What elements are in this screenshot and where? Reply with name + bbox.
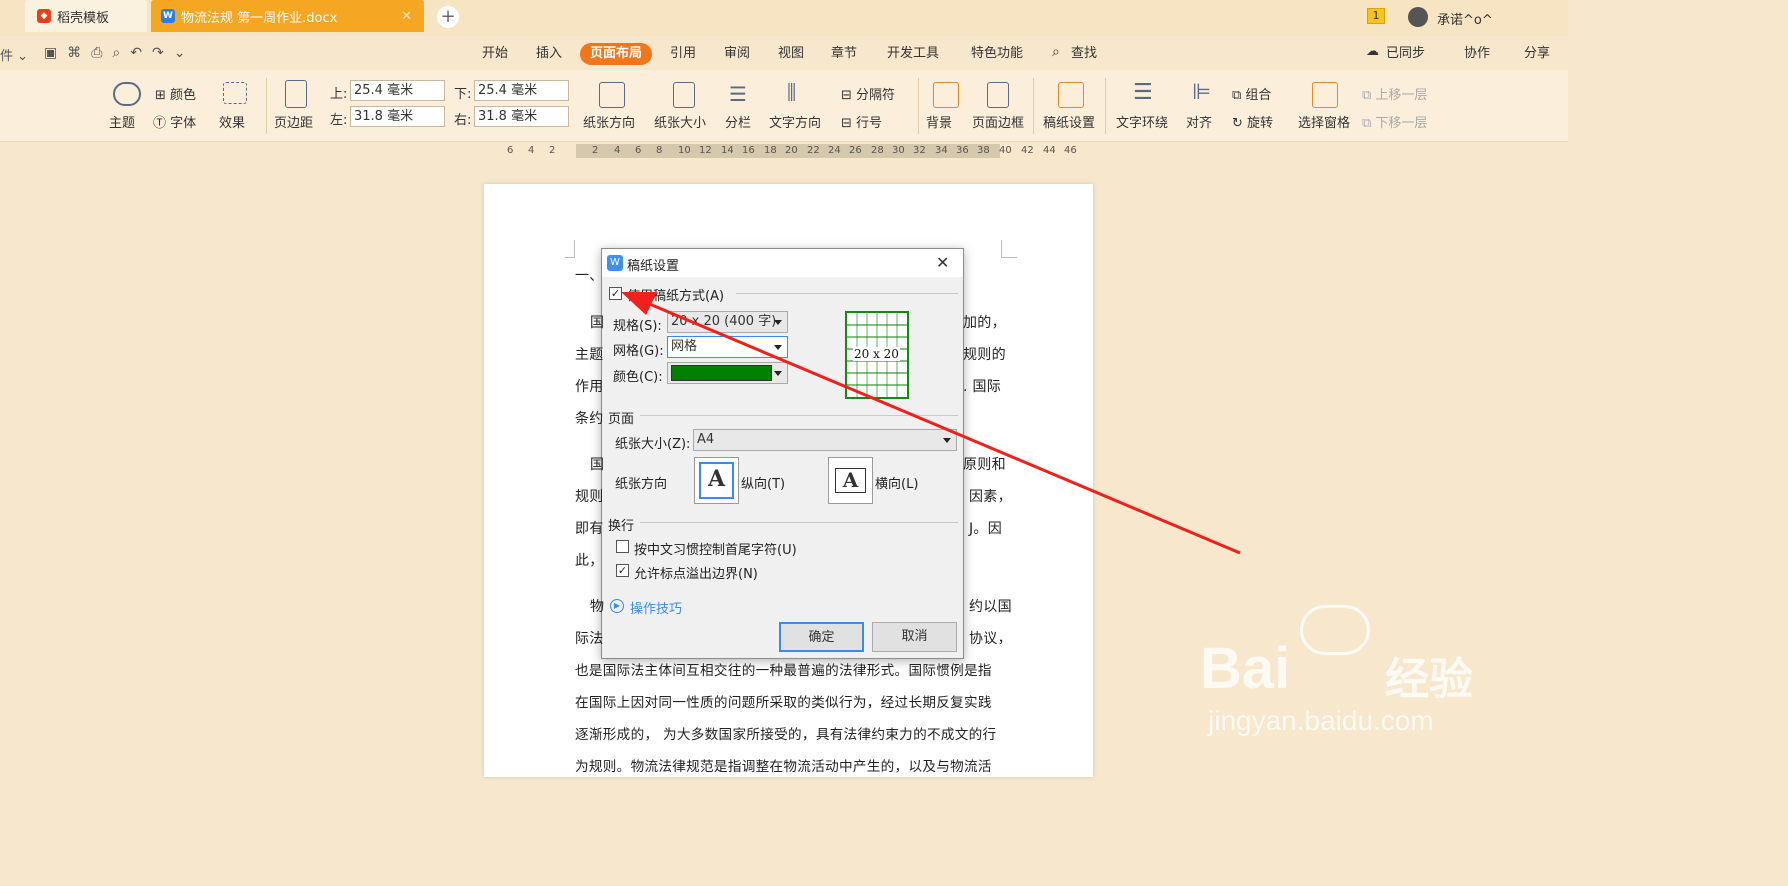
doc-text-fragment[interactable]: 协议， xyxy=(969,628,1012,648)
ruler-number: 24 xyxy=(828,145,841,156)
doc-text-line[interactable]: 也是国际法主体间互相交往的一种最普遍的法律形式。国际惯例是指 xyxy=(575,659,992,679)
doc-text-line[interactable]: 为规则。物流法律规范是指调整在物流活动中产生的，以及与物流活 xyxy=(575,755,992,775)
ruler-number: 42 xyxy=(1021,145,1034,156)
paw-logo-icon xyxy=(1300,605,1370,655)
doc-text-fragment[interactable]: 即有 xyxy=(575,518,604,538)
watermark-brand: Bai xyxy=(1200,636,1291,701)
doc-text-fragment[interactable]: J。因 xyxy=(969,518,1002,538)
ruler-number: 34 xyxy=(935,145,948,156)
doc-text-fragment[interactable]: 规则 xyxy=(575,486,604,506)
baidu-watermark: Bai 经验 jingyan.baidu.com xyxy=(1200,605,1500,755)
doc-text-fragment[interactable]: 主题 xyxy=(575,344,604,364)
ruler-number: 44 xyxy=(1043,145,1056,156)
ruler-number: 4 xyxy=(528,145,535,156)
doc-text-fragment[interactable]: 加的， xyxy=(963,312,1006,332)
doc-text-fragment[interactable]: 际法 xyxy=(575,628,604,648)
ruler-number: 40 xyxy=(999,145,1012,156)
doc-text-fragment[interactable]: 国 xyxy=(590,312,604,332)
ruler-number: 14 xyxy=(721,145,734,156)
doc-text-fragment[interactable]: 规则的 xyxy=(963,344,1006,364)
doc-text-fragment[interactable]: 约以国 xyxy=(969,596,1012,616)
ruler-number: 22 xyxy=(807,145,820,156)
arrow-line xyxy=(639,298,1241,555)
ruler-number: 32 xyxy=(913,145,926,156)
doc-text-fragment[interactable]: 条约 xyxy=(575,408,604,428)
watermark-cn: 经验 xyxy=(1385,654,1473,705)
doc-text-fragment[interactable]: 国 xyxy=(590,454,604,474)
ruler-number: 26 xyxy=(849,145,862,156)
ruler-number: 12 xyxy=(699,145,712,156)
ruler-number: 20 xyxy=(785,145,798,156)
ruler-number: 46 xyxy=(1064,145,1077,156)
ruler-number: 18 xyxy=(764,145,777,156)
ruler-number: 2 xyxy=(592,145,599,156)
ruler-number: 6 xyxy=(507,145,514,156)
doc-text-fragment[interactable]: 作用 xyxy=(575,376,604,396)
ruler-number: 16 xyxy=(742,145,755,156)
doc-text-line[interactable]: 在国际上因对同一性质的问题所采取的类似行为，经过长期反复实践 xyxy=(575,691,992,711)
ruler-number: 8 xyxy=(656,145,663,156)
ruler-number: 28 xyxy=(871,145,884,156)
ruler-number: 10 xyxy=(678,145,691,156)
doc-text-fragment[interactable]: 物 xyxy=(590,596,604,616)
ruler-number: 36 xyxy=(956,145,969,156)
doc-text-fragment[interactable]: . 国际 xyxy=(963,376,1001,396)
ruler-number: 4 xyxy=(614,145,621,156)
ruler-number: 6 xyxy=(635,145,642,156)
watermark-site: jingyan.baidu.com xyxy=(1208,705,1434,736)
doc-text-fragment[interactable]: 因素， xyxy=(969,486,1012,506)
ruler-number: 30 xyxy=(892,145,905,156)
doc-text-fragment[interactable]: 原则和 xyxy=(963,454,1006,474)
ruler-number: 38 xyxy=(977,145,990,156)
doc-text-line[interactable]: 逐渐形成的， 为大多数国家所接受的，具有法律约束力的不成文的行 xyxy=(575,723,996,743)
ruler-number: 2 xyxy=(549,145,556,156)
doc-text-fragment[interactable]: 此， xyxy=(575,550,604,570)
